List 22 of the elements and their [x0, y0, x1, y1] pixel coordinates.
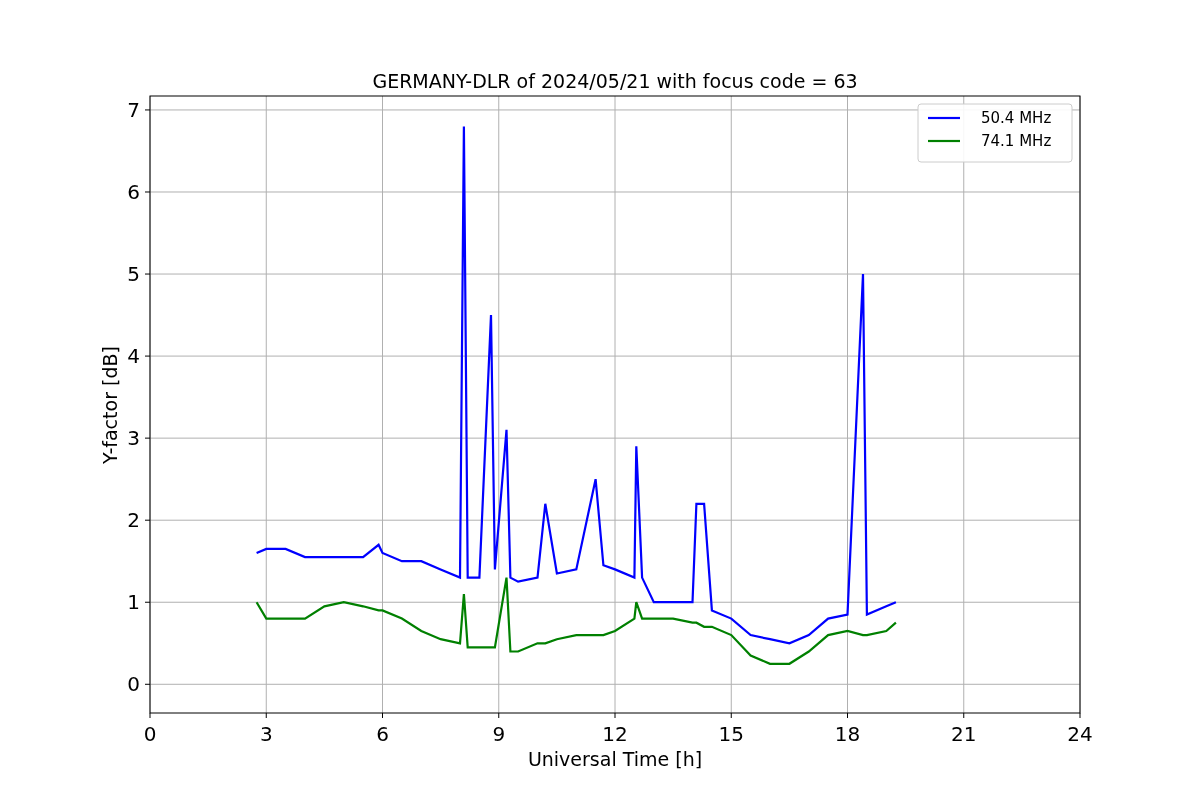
tick-label: 21	[951, 722, 977, 746]
tick-label: 5	[127, 262, 140, 287]
tick-label: 15	[718, 722, 744, 746]
tick-label: 1	[127, 590, 140, 615]
tick-label: 3	[259, 722, 273, 746]
chart-title: GERMANY-DLR of 2024/05/21 with focus code = 63	[372, 70, 858, 92]
tick-label: 4	[127, 344, 140, 369]
tick-label: 9	[492, 722, 506, 746]
tick-label: 2	[127, 508, 140, 533]
legend-label: 74.1 MHz	[981, 132, 1052, 150]
y-axis-label: Y-factor [dB]	[99, 346, 121, 464]
tick-label: 6	[127, 180, 140, 204]
tick-label: 12	[602, 722, 628, 746]
tick-label: 18	[834, 722, 861, 746]
x-axis-label: Universal Time [h]	[527, 748, 703, 770]
tick-label: 0	[143, 722, 157, 746]
tick-label: 3	[127, 426, 140, 451]
tick-label: 0	[127, 672, 140, 697]
tick-label: 24	[1067, 722, 1093, 746]
tick-label: 7	[127, 97, 140, 122]
tick-label: 6	[376, 722, 389, 746]
legend-label: 50.4 MHz	[981, 109, 1052, 127]
